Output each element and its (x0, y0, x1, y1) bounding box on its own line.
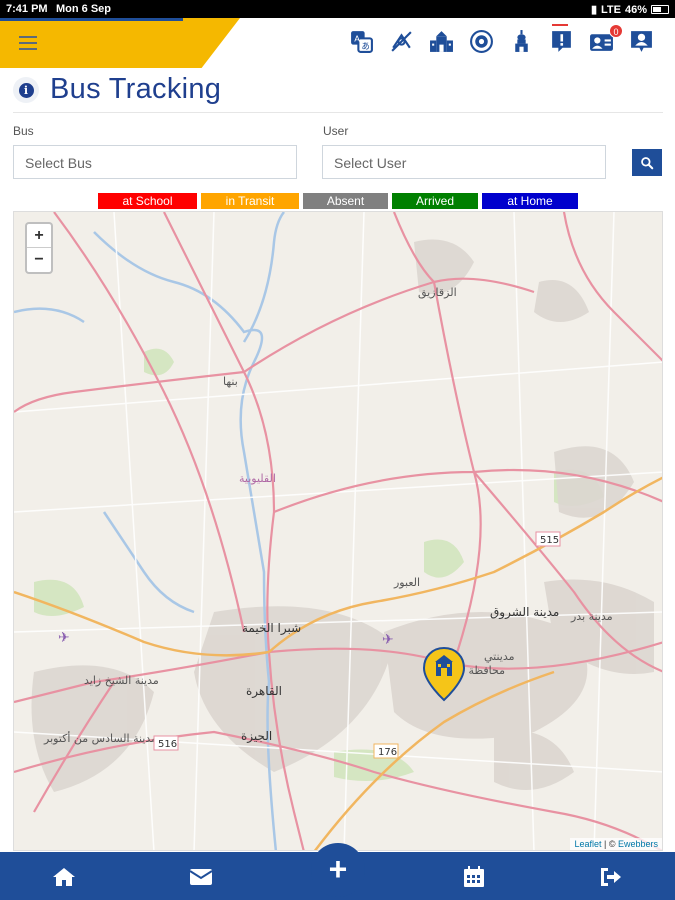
route-516: 516 (158, 739, 177, 750)
legend-arrived: Arrived (392, 193, 478, 209)
place-shorouk: مدينة الشروق (490, 605, 559, 620)
provider-link[interactable]: Ewebbers (618, 839, 658, 849)
page-title: Bus Tracking (50, 73, 222, 105)
place-cairo: القاهرة (246, 684, 282, 699)
school-marker-icon[interactable] (422, 646, 466, 702)
airport-icon: ✈ (382, 632, 394, 648)
place-banha: بنها (223, 375, 238, 388)
status-right: ▮ LTE 46% (591, 3, 669, 16)
search-button[interactable] (632, 149, 662, 176)
place-giza: الجيزة (241, 729, 272, 744)
svg-text:あ: あ (362, 41, 370, 51)
app-header: Aあ 0 (0, 18, 675, 68)
status-date: Mon 6 Sep (56, 3, 112, 15)
no-transport-icon[interactable] (388, 28, 415, 55)
legend-at-school: at School (98, 193, 197, 209)
legend-absent: Absent (303, 193, 388, 209)
alert-icon[interactable] (548, 24, 575, 55)
tracking-map[interactable]: الزقازيق بنها القليوبية شبرا الخيمة القا… (13, 211, 663, 851)
signal-icon: ▮ (590, 4, 597, 16)
profile-icon[interactable] (628, 28, 655, 55)
translate-icon[interactable]: Aあ (348, 28, 375, 55)
network-type: LTE (601, 3, 621, 16)
status-bar: 7:41 PM Mon 6 Sep ▮ LTE 46% (0, 0, 675, 18)
zoom-out-button[interactable]: − (27, 248, 51, 272)
legend-in-transit: in Transit (201, 193, 299, 209)
contact-badge: 0 (609, 24, 623, 38)
place-obour: العبور (393, 576, 420, 589)
add-button[interactable]: + (311, 843, 365, 897)
map-tiles: الزقازيق بنها القليوبية شبرا الخيمة القا… (14, 212, 662, 850)
search-icon (641, 156, 654, 169)
airport-icon: ✈ (58, 630, 70, 646)
header-icon-bar: Aあ 0 (348, 24, 655, 55)
user-label: User (323, 124, 349, 138)
hamburger-icon[interactable] (19, 36, 37, 50)
map-attribution: Leaflet | © Ewebbers (570, 838, 662, 850)
user-select[interactable]: Select User (322, 145, 606, 179)
zoom-in-button[interactable]: + (27, 224, 51, 248)
battery-level: 46% (624, 3, 647, 16)
place-badr: مدينة بدر (570, 610, 613, 623)
legend-at-home: at Home (482, 193, 578, 209)
home-icon[interactable] (51, 864, 77, 890)
svg-text:A: A (354, 34, 360, 44)
route-176: 176 (378, 747, 397, 758)
place-zagazig: الزقازيق (418, 286, 457, 300)
header-accent-line (0, 18, 183, 21)
info-icon[interactable]: i (13, 77, 39, 103)
place-shubra: شبرا الخيمة (242, 621, 301, 636)
place-sheikh-zayed: مدينة الشيخ زايد (84, 674, 159, 687)
battery-icon (651, 5, 669, 14)
settings-icon[interactable] (468, 28, 495, 55)
status-time: 7:41 PM (6, 3, 48, 15)
bus-label: Bus (13, 124, 34, 138)
school-building-icon[interactable] (428, 28, 455, 55)
route-515: 515 (540, 535, 559, 546)
contact-card-icon[interactable]: 0 (588, 24, 623, 55)
bus-select[interactable]: Select Bus (13, 145, 297, 179)
mosque-icon[interactable] (508, 28, 535, 55)
mail-icon[interactable] (188, 864, 214, 890)
place-qalyubia: القليوبية (239, 472, 276, 485)
plus-icon: + (328, 850, 348, 887)
place-madinaty: مدينتي (484, 650, 515, 663)
page-title-row: i Bus Tracking (13, 73, 663, 113)
logout-icon[interactable] (597, 864, 623, 890)
zoom-control: + − (25, 222, 53, 274)
alert-indicator (552, 24, 568, 26)
place-october: مدينة السادس من أكتوبر (43, 731, 157, 745)
status-legend: at School in Transit Absent Arrived at H… (98, 193, 578, 209)
leaflet-link[interactable]: Leaflet (574, 839, 601, 849)
calendar-icon[interactable] (461, 864, 487, 890)
